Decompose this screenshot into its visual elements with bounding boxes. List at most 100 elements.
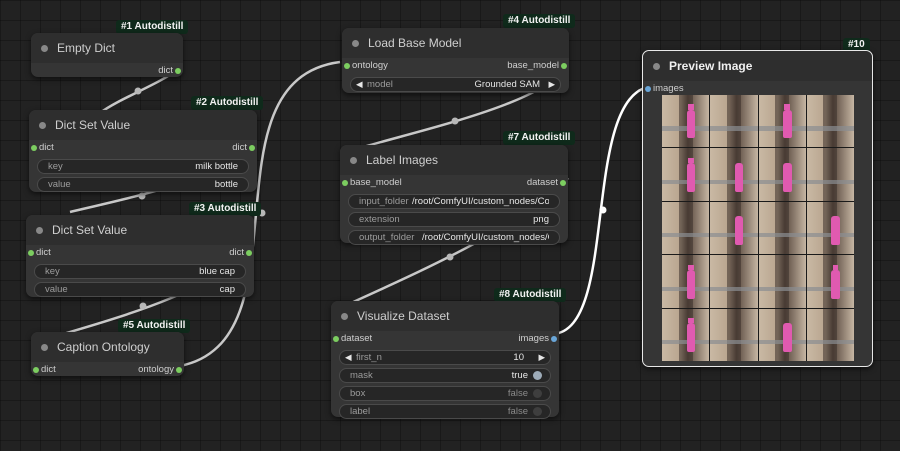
- collapse-dot-icon[interactable]: [653, 62, 660, 70]
- widget-value: milk bottle: [195, 161, 238, 172]
- slot-row: dataset images: [331, 331, 559, 347]
- node-empty-dict[interactable]: Empty Dict dict: [31, 33, 183, 77]
- input-slot-dot-icon[interactable]: [333, 336, 339, 342]
- preview-thumbnail[interactable]: [710, 255, 758, 308]
- input-slot-label: dict: [39, 142, 54, 153]
- preview-thumbnail[interactable]: [662, 308, 710, 361]
- mask-toggle[interactable]: mask true: [339, 368, 551, 383]
- widget-label: box: [350, 388, 366, 399]
- collapse-dot-icon[interactable]: [36, 226, 43, 234]
- arrow-right-icon[interactable]: ▶: [538, 352, 545, 363]
- input-slot-dot-icon[interactable]: [645, 86, 651, 92]
- node-header[interactable]: Empty Dict: [31, 33, 183, 63]
- preview-thumbnail[interactable]: [806, 255, 854, 308]
- widget-label: label: [350, 406, 371, 417]
- widget-label: input_folder: [359, 196, 409, 207]
- widget-value: png: [533, 214, 549, 225]
- node-label-images[interactable]: Label Images base_model dataset input_fo…: [340, 145, 568, 245]
- input-slot-label: dict: [36, 247, 51, 258]
- node-header[interactable]: Label Images: [340, 145, 568, 175]
- preview-thumbnail[interactable]: [758, 95, 806, 148]
- widget-label: model: [367, 79, 393, 90]
- input-slot-dot-icon[interactable]: [31, 145, 37, 151]
- key-field[interactable]: key blue cap: [34, 264, 246, 279]
- extension-field[interactable]: extension png: [348, 212, 560, 227]
- slot-row: dict ontology: [31, 362, 184, 378]
- node-dict-set-value-2[interactable]: Dict Set Value dict dict key blue cap va…: [26, 215, 254, 297]
- node-title: Visualize Dataset: [357, 309, 450, 323]
- preview-thumbnail[interactable]: [662, 201, 710, 255]
- output-slot-dot-icon[interactable]: [249, 145, 255, 151]
- node-badge: #7 Autodistill: [503, 131, 576, 145]
- label-toggle[interactable]: label false: [339, 404, 551, 419]
- node-load-base-model[interactable]: Load Base Model ontology base_model ◀ mo…: [342, 28, 569, 93]
- value-field[interactable]: value cap: [34, 282, 246, 297]
- input-slot-dot-icon[interactable]: [342, 180, 348, 186]
- toggle-knob-icon[interactable]: [533, 389, 542, 398]
- collapse-dot-icon[interactable]: [41, 343, 48, 351]
- preview-thumbnail[interactable]: [662, 255, 710, 308]
- node-header[interactable]: Dict Set Value: [26, 215, 254, 245]
- toggle-value: false: [507, 406, 528, 417]
- output-folder-field[interactable]: output_folder /root/ComfyUI/custom_nodes…: [348, 230, 560, 245]
- node-header[interactable]: Preview Image: [643, 51, 872, 81]
- node-header[interactable]: Dict Set Value: [29, 110, 257, 140]
- output-slot-dot-icon[interactable]: [246, 250, 252, 256]
- input-slot-label: ontology: [352, 60, 388, 71]
- output-slot-dot-icon[interactable]: [175, 68, 181, 74]
- preview-thumbnail[interactable]: [758, 148, 806, 201]
- output-slot-dot-icon[interactable]: [561, 63, 567, 69]
- collapse-dot-icon[interactable]: [350, 156, 357, 164]
- widget-value: blue cap: [199, 266, 235, 277]
- arrow-right-icon[interactable]: ▶: [548, 79, 555, 90]
- preview-thumbnail[interactable]: [806, 308, 854, 361]
- node-title: Dict Set Value: [52, 223, 128, 237]
- widget-label: value: [48, 179, 71, 190]
- first-n-stepper[interactable]: ◀ first_n 10 ▶: [339, 350, 551, 365]
- collapse-dot-icon[interactable]: [39, 121, 46, 129]
- preview-thumbnail[interactable]: [758, 255, 806, 308]
- node-badge: #2 Autodistill: [191, 96, 264, 110]
- preview-thumbnail[interactable]: [758, 201, 806, 255]
- output-slot-dot-icon[interactable]: [560, 180, 566, 186]
- arrow-left-icon[interactable]: ◀: [345, 352, 352, 363]
- node-header[interactable]: Visualize Dataset: [331, 301, 559, 331]
- preview-thumbnail[interactable]: [806, 201, 854, 255]
- preview-thumbnail[interactable]: [662, 148, 710, 201]
- arrow-left-icon[interactable]: ◀: [356, 79, 363, 90]
- input-slot-dot-icon[interactable]: [28, 250, 34, 256]
- node-dict-set-value-1[interactable]: Dict Set Value dict dict key milk bottle…: [29, 110, 257, 192]
- output-slot-label: dict: [232, 142, 247, 153]
- preview-thumbnail[interactable]: [710, 201, 758, 255]
- collapse-dot-icon[interactable]: [352, 39, 359, 47]
- node-badge: #3 Autodistill: [189, 202, 262, 216]
- preview-image-grid[interactable]: [662, 95, 854, 361]
- key-field[interactable]: key milk bottle: [37, 159, 249, 174]
- value-field[interactable]: value bottle: [37, 177, 249, 192]
- node-title: Caption Ontology: [57, 340, 150, 354]
- node-header[interactable]: Load Base Model: [342, 28, 569, 58]
- collapse-dot-icon[interactable]: [341, 312, 348, 320]
- collapse-dot-icon[interactable]: [41, 44, 48, 52]
- toggle-knob-icon[interactable]: [533, 407, 542, 416]
- input-folder-field[interactable]: input_folder /root/ComfyUI/custom_nodes/…: [348, 194, 560, 209]
- preview-thumbnail[interactable]: [710, 308, 758, 361]
- output-slot-label: dict: [158, 65, 173, 76]
- preview-thumbnail[interactable]: [758, 308, 806, 361]
- preview-thumbnail[interactable]: [710, 95, 758, 148]
- node-header[interactable]: Caption Ontology: [31, 332, 184, 362]
- output-slot-dot-icon[interactable]: [551, 336, 557, 342]
- box-toggle[interactable]: box false: [339, 386, 551, 401]
- preview-thumbnail[interactable]: [806, 148, 854, 201]
- input-slot-dot-icon[interactable]: [344, 63, 350, 69]
- preview-thumbnail[interactable]: [806, 95, 854, 148]
- node-visualize-dataset[interactable]: Visualize Dataset dataset images ◀ first…: [331, 301, 559, 419]
- input-slot-dot-icon[interactable]: [33, 367, 39, 373]
- output-slot-dot-icon[interactable]: [176, 367, 182, 373]
- preview-thumbnail[interactable]: [662, 95, 710, 148]
- toggle-knob-icon[interactable]: [533, 371, 542, 380]
- output-slot-label: ontology: [138, 364, 174, 375]
- model-combo[interactable]: ◀ model Grounded SAM ▶: [350, 77, 561, 92]
- node-caption-ontology[interactable]: Caption Ontology dict ontology: [31, 332, 184, 376]
- preview-thumbnail[interactable]: [710, 148, 758, 201]
